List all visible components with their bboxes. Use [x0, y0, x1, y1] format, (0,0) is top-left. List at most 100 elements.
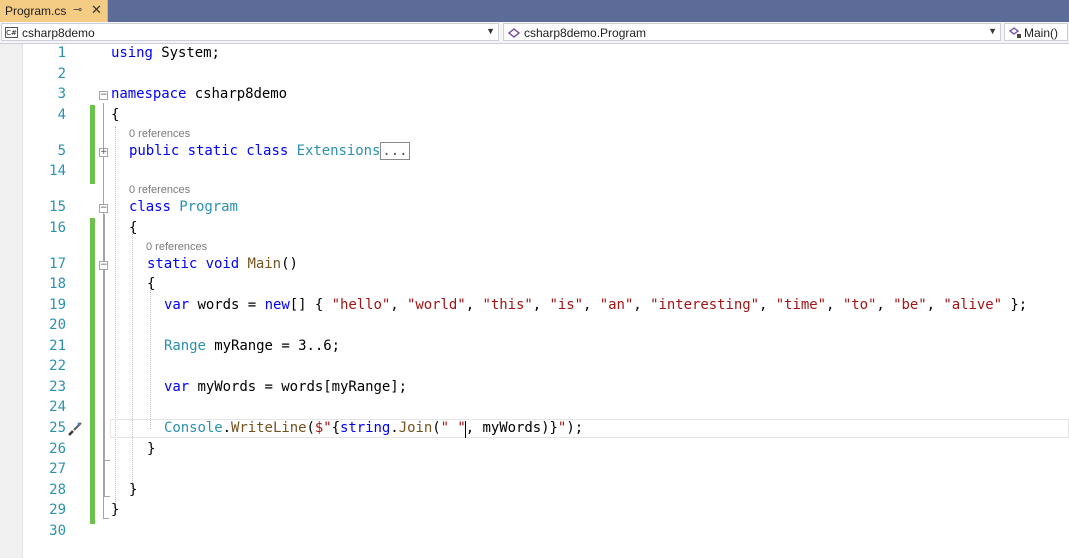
- string-literal: "hello": [331, 297, 391, 313]
- string-literal: "is": [549, 297, 584, 313]
- code-text[interactable]: }: [129, 482, 137, 498]
- class-dropdown[interactable]: csharp8demo.Program ▼: [503, 23, 1001, 41]
- code-text[interactable]: Range myRange = 3..6;: [164, 338, 340, 354]
- code-text[interactable]: {: [111, 107, 119, 123]
- line-number: 20: [49, 317, 66, 333]
- method-name: Main: [247, 256, 282, 272]
- code-line: 24: [0, 398, 1069, 419]
- code-token: ,: [583, 297, 600, 313]
- paintbrush-icon[interactable]: [66, 421, 84, 437]
- code-line: 28 }: [0, 481, 1069, 502]
- type-name: Extensions: [296, 143, 381, 159]
- code-token: ,: [532, 297, 550, 313]
- string-literal: "be": [893, 297, 927, 313]
- code-token: (: [432, 420, 441, 436]
- code-token: ,: [633, 297, 651, 313]
- string-literal: "interesting": [650, 297, 759, 313]
- code-text[interactable]: {: [147, 276, 155, 292]
- member-dropdown-value: Main(): [1024, 26, 1059, 40]
- string-literal: "this": [482, 297, 533, 313]
- code-text[interactable]: var myWords = words[myRange];: [164, 379, 407, 395]
- class-dropdown-value: csharp8demo.Program: [524, 26, 647, 40]
- line-number: 16: [49, 220, 66, 236]
- keyword: namespace: [111, 86, 187, 102]
- csharp-project-icon: C#: [5, 27, 18, 38]
- code-text[interactable]: namespace csharp8demo: [111, 86, 287, 102]
- code-text[interactable]: public static class Extensions...: [129, 142, 410, 160]
- text-caret: [465, 421, 466, 438]
- pin-icon[interactable]: ⊸: [73, 3, 82, 16]
- code-line: 16 {: [0, 219, 1069, 240]
- expand-toggle[interactable]: +: [99, 148, 108, 157]
- code-token: ,: [390, 297, 408, 313]
- class-icon: [508, 28, 521, 38]
- code-token: );: [566, 420, 584, 436]
- code-token: (: [306, 420, 315, 436]
- code-line: 19 var words = new[] { "hello", "world",…: [0, 296, 1069, 317]
- line-number: 21: [49, 338, 66, 354]
- code-token: myWords = words[myRange];: [189, 379, 408, 395]
- line-number: 17: [49, 256, 66, 272]
- project-dropdown[interactable]: C# csharp8demo ▼: [1, 23, 499, 41]
- code-text[interactable]: class Program: [129, 199, 238, 215]
- line-number: 25: [49, 420, 66, 436]
- code-text[interactable]: }: [111, 502, 119, 518]
- collapse-toggle[interactable]: −: [99, 261, 108, 270]
- codelens-references[interactable]: 0 references: [129, 184, 190, 196]
- code-token: , myWords): [465, 420, 550, 436]
- tab-program-cs[interactable]: Program.cs ⊸ ✕: [0, 0, 108, 22]
- line-number: 5: [57, 143, 66, 159]
- code-text[interactable]: var words = new[] { "hello", "world", "t…: [164, 297, 1027, 313]
- keyword: static void: [147, 256, 248, 272]
- keyword: var: [164, 297, 190, 313]
- code-line: 30: [0, 522, 1069, 543]
- code-token: };: [1002, 297, 1028, 313]
- line-number: 27: [49, 461, 66, 477]
- line-number: 2: [57, 66, 66, 82]
- codelens-references[interactable]: 0 references: [129, 128, 190, 140]
- code-line: 21 Range myRange = 3..6;: [0, 337, 1069, 358]
- line-number: 1: [57, 45, 66, 61]
- code-line: 22: [0, 357, 1069, 378]
- collapse-toggle[interactable]: −: [99, 91, 108, 100]
- code-token: ,: [759, 297, 776, 313]
- code-text[interactable]: Console.WriteLine($"{string.Join(" ", my…: [164, 420, 583, 436]
- line-number: 28: [49, 482, 66, 498]
- code-editor[interactable]: 1 using System; 2 3 − namespace csharp8d…: [0, 44, 1069, 558]
- string-literal: "time": [775, 297, 827, 313]
- code-token: ,: [926, 297, 944, 313]
- code-text[interactable]: static void Main(): [147, 256, 298, 272]
- code-token: {: [331, 420, 341, 436]
- line-number: 30: [49, 523, 66, 539]
- chevron-down-icon: ▼: [486, 26, 495, 36]
- close-icon[interactable]: ✕: [91, 2, 102, 18]
- code-token: }: [549, 420, 558, 436]
- keyword: public static class: [129, 143, 297, 159]
- line-number: 15: [49, 199, 66, 215]
- line-number: 22: [49, 358, 66, 374]
- type-name: Program: [179, 199, 238, 215]
- line-number: 18: [49, 276, 66, 292]
- code-token: ,: [876, 297, 894, 313]
- method-name: WriteLine: [231, 420, 307, 436]
- method-name: Join: [398, 420, 433, 436]
- code-line: 5 + public static class Extensions...: [0, 142, 1069, 163]
- code-text[interactable]: using System;: [111, 45, 220, 61]
- code-line: 25 Console.WriteLine($"{string.Join(" ",…: [0, 419, 1069, 440]
- code-token: myRange = 3..6;: [205, 338, 340, 354]
- codelens-references[interactable]: 0 references: [146, 241, 207, 253]
- code-text[interactable]: {: [129, 220, 137, 236]
- member-dropdown[interactable]: Main(): [1004, 23, 1068, 41]
- code-line: 27: [0, 460, 1069, 481]
- line-number: 23: [49, 379, 66, 395]
- line-number: 3: [57, 86, 66, 102]
- collapsed-region[interactable]: ...: [380, 142, 410, 160]
- string-literal: "alive": [943, 297, 1003, 313]
- code-token: ,: [465, 297, 483, 313]
- code-line: 1 using System;: [0, 44, 1069, 65]
- tab-bar: Program.cs ⊸ ✕: [0, 0, 1069, 22]
- code-text[interactable]: }: [147, 441, 155, 457]
- collapse-toggle[interactable]: −: [99, 204, 108, 213]
- code-line: 18 {: [0, 275, 1069, 296]
- keyword: new: [264, 297, 290, 313]
